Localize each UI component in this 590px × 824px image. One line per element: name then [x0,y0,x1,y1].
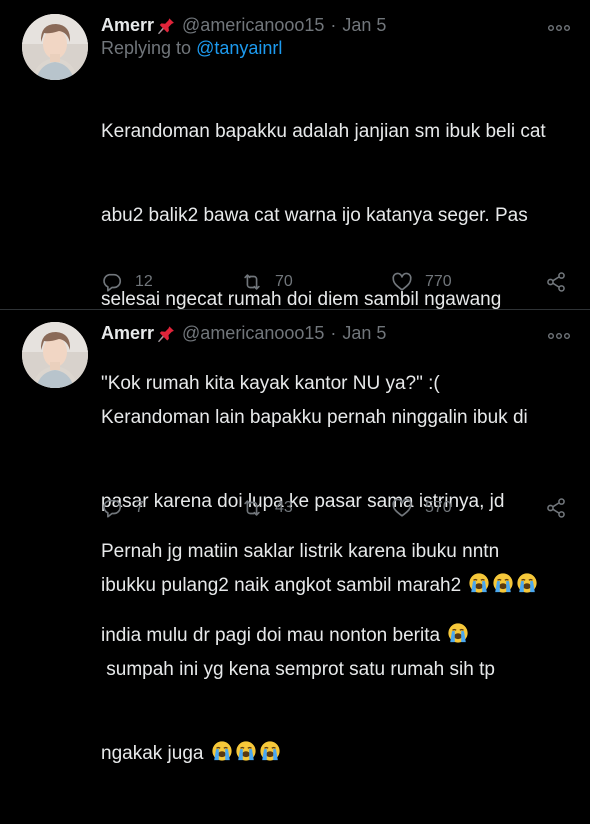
tweet-content: Amerr @americanooo15 · Jan 5 Kerandoman … [101,322,571,824]
like-count: 570 [425,499,452,516]
reply-button[interactable]: 12 [101,270,153,294]
text-line: ngakak juga [101,743,204,764]
share-button[interactable] [545,270,579,294]
text-line: abu2 balik2 bawa cat warna ijo katanya s… [101,205,528,226]
retweet-button[interactable]: 70 [241,270,293,294]
tweet-2[interactable]: Amerr @americanooo15 · Jan 5 Kerandoman … [0,310,590,764]
tweet-actions: 12 70 770 [101,270,571,294]
display-name[interactable]: Amerr [101,15,154,36]
avatar[interactable] [22,14,88,80]
reply-count: 12 [135,273,153,290]
text-line: Kerandoman lain bapakku pernah ninggalin… [101,407,528,428]
tweet-text: Kerandoman lain bapakku pernah ninggalin… [101,348,571,824]
retweet-icon [241,497,263,519]
separator-dot: · [330,322,337,343]
heart-icon [391,271,413,293]
tweet-date[interactable]: Jan 5 [342,15,386,36]
retweet-count: 70 [275,273,293,290]
heart-icon [391,497,413,519]
text-line: sumpah ini yg kena semprot satu rumah si… [101,659,495,680]
text-line: ibukku pulang2 naik angkot sambil marah2 [101,575,462,596]
avatar-image [22,14,88,80]
like-button[interactable]: 770 [391,270,452,294]
tweet-header: Amerr @americanooo15 · Jan 5 [101,14,571,36]
replying-to-mention[interactable]: @tanyainrl [196,38,282,58]
retweet-button[interactable]: 43 [241,496,293,520]
avatar-image [22,322,88,388]
tweet-header: Amerr @americanooo15 · Jan 5 [101,322,571,344]
avatar[interactable] [22,322,88,388]
pushpin-emoji-icon [156,15,176,35]
loudly-crying-face-emoji-icon [259,740,281,762]
reply-icon [101,497,123,519]
separator-dot: · [330,14,337,35]
retweet-count: 43 [275,499,293,516]
tweet-actions: 7 43 570 [101,496,571,520]
loudly-crying-face-emoji-icon [235,740,257,762]
share-button[interactable] [545,496,579,520]
replying-to: Replying to @tanyainrl [101,38,571,62]
share-icon [545,497,567,519]
loudly-crying-face-emoji-icon [211,740,233,762]
reply-button[interactable]: 7 [101,496,144,520]
pushpin-emoji-icon [156,323,176,343]
replying-to-label: Replying to [101,38,197,58]
text-line: Kerandoman bapakku adalah janjian sm ibu… [101,121,546,142]
loudly-crying-face-emoji-icon [492,572,514,594]
text-line-with-emoji: ngakak juga [101,740,571,768]
like-button[interactable]: 570 [391,496,452,520]
user-handle[interactable]: @americanooo15 [182,15,324,36]
loudly-crying-face-emoji-icon [468,572,490,594]
display-name[interactable]: Amerr [101,323,154,344]
text-line-with-emoji: ibukku pulang2 naik angkot sambil marah2 [101,572,571,600]
retweet-icon [241,271,263,293]
reply-count: 7 [135,499,144,516]
tweet-1[interactable]: Amerr @americanooo15 · Jan 5 Replying to… [0,0,590,646]
like-count: 770 [425,273,452,290]
share-icon [545,271,567,293]
tweet-date[interactable]: Jan 5 [342,323,386,344]
user-handle[interactable]: @americanooo15 [182,323,324,344]
reply-icon [101,271,123,293]
loudly-crying-face-emoji-icon [516,572,538,594]
